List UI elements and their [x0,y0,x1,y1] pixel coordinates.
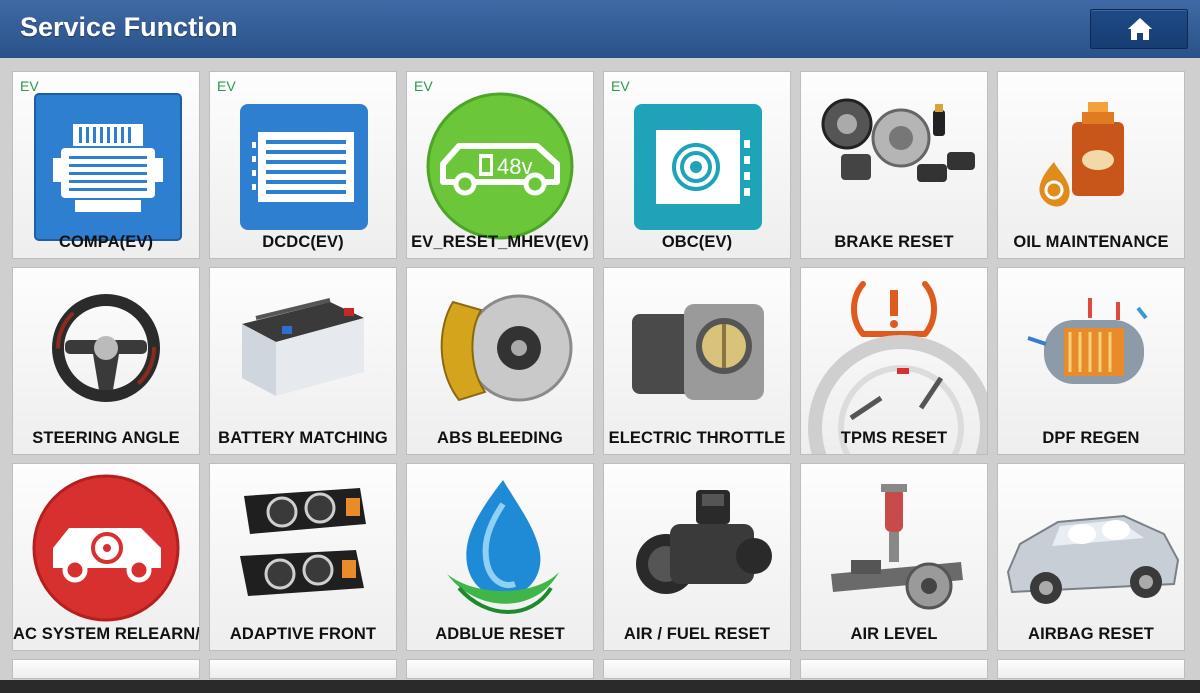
tile-compa-ev[interactable]: EV COMPA(EV) [12,71,200,259]
tile-ev-reset-mhev[interactable]: EV 48v EV_RESET_MHEV(EV) [406,71,594,259]
steering-wheel-icon [52,294,160,402]
air-suspension-icon [831,484,963,610]
bottom-edge [0,680,1200,693]
tile-label: ADBLUE RESET [435,625,565,643]
airbag-car-icon [1006,514,1180,604]
tile-label: STEERING ANGLE [32,429,180,447]
tile-obc-ev[interactable]: EV OBC(EV) [603,71,791,259]
car-battery-icon [242,298,364,396]
tile-adaptive-front[interactable]: ADAPTIVE FRONT [209,463,397,651]
tire-pressure-icon [808,281,987,454]
tile-steering-angle[interactable]: STEERING ANGLE [12,267,200,455]
tile-label: COMPA(EV) [58,233,154,251]
tile-row4-3[interactable] [406,659,594,679]
tile-row4-1[interactable] [12,659,200,679]
brake-parts-icon [821,98,975,182]
function-grid: EV COMPA(EV) EV DCDC(EV) EV 48v EV_RESET… [0,58,1200,693]
ev-48v-car-icon: 48v [426,92,574,240]
airflow-sensor-icon [636,490,772,594]
tile-air-fuel-reset[interactable]: AIR / FUEL RESET [603,463,791,651]
home-icon [1128,18,1152,40]
oil-can-icon [1039,102,1124,207]
tile-label: AC SYSTEM RELEARN/ [13,625,200,643]
ev-compressor-icon [34,93,182,241]
tile-label: AIR / FUEL RESET [623,625,771,643]
tile-air-level[interactable]: AIR LEVEL [800,463,988,651]
ac-relearn-car-icon [32,474,180,622]
tile-label: DCDC(EV) [262,233,344,251]
tile-row4-6[interactable] [997,659,1185,679]
tile-brake-reset[interactable]: BRAKE RESET [800,71,988,259]
brake-caliper-icon [440,294,573,402]
throttle-body-icon [632,304,764,400]
tile-abs-bleeding[interactable]: ABS BLEEDING [406,267,594,455]
ev-dcdc-icon [240,104,368,230]
adblue-drop-icon [447,480,559,614]
tile-label: AIR LEVEL [850,625,938,643]
tile-label: DPF REGEN [1042,429,1140,447]
tile-label: BATTERY MATCHING [218,429,388,447]
tile-ac-system-relearn[interactable]: AC SYSTEM RELEARN/ [12,463,200,651]
tile-battery-matching[interactable]: BATTERY MATCHING [209,267,397,455]
ev-obc-icon [634,104,762,230]
tile-dpf-regen[interactable]: DPF REGEN [997,267,1185,455]
tile-tpms-reset[interactable]: TPMS RESET [800,267,988,455]
tile-label: ELECTRIC THROTTLE [608,429,786,447]
tile-label: ADAPTIVE FRONT [229,625,377,643]
home-button[interactable] [1090,9,1188,49]
particulate-filter-icon [1027,298,1148,384]
tile-label: BRAKE RESET [834,233,954,251]
icon-text-48v: 48v [497,154,532,179]
tile-adblue-reset[interactable]: ADBLUE RESET [406,463,594,651]
tile-electric-throttle[interactable]: ELECTRIC THROTTLE [603,267,791,455]
title-bar: Service Function [0,0,1200,58]
tile-row4-2[interactable] [209,659,397,679]
tile-dcdc-ev[interactable]: EV DCDC(EV) [209,71,397,259]
tile-label: OBC(EV) [661,233,733,251]
headlights-icon [240,488,366,596]
tile-row4-5[interactable] [800,659,988,679]
tile-label: ABS BLEEDING [437,429,563,447]
page-title: Service Function [20,12,238,42]
tile-label: AIRBAG RESET [1028,625,1154,643]
tile-oil-maintenance[interactable]: OIL MAINTENANCE [997,71,1185,259]
tile-label: OIL MAINTENANCE [1013,233,1169,251]
tile-row4-4[interactable] [603,659,791,679]
tile-label: TPMS RESET [840,429,948,447]
tile-airbag-reset[interactable]: AIRBAG RESET [997,463,1185,651]
tile-label: EV_RESET_MHEV(EV) [411,233,589,251]
